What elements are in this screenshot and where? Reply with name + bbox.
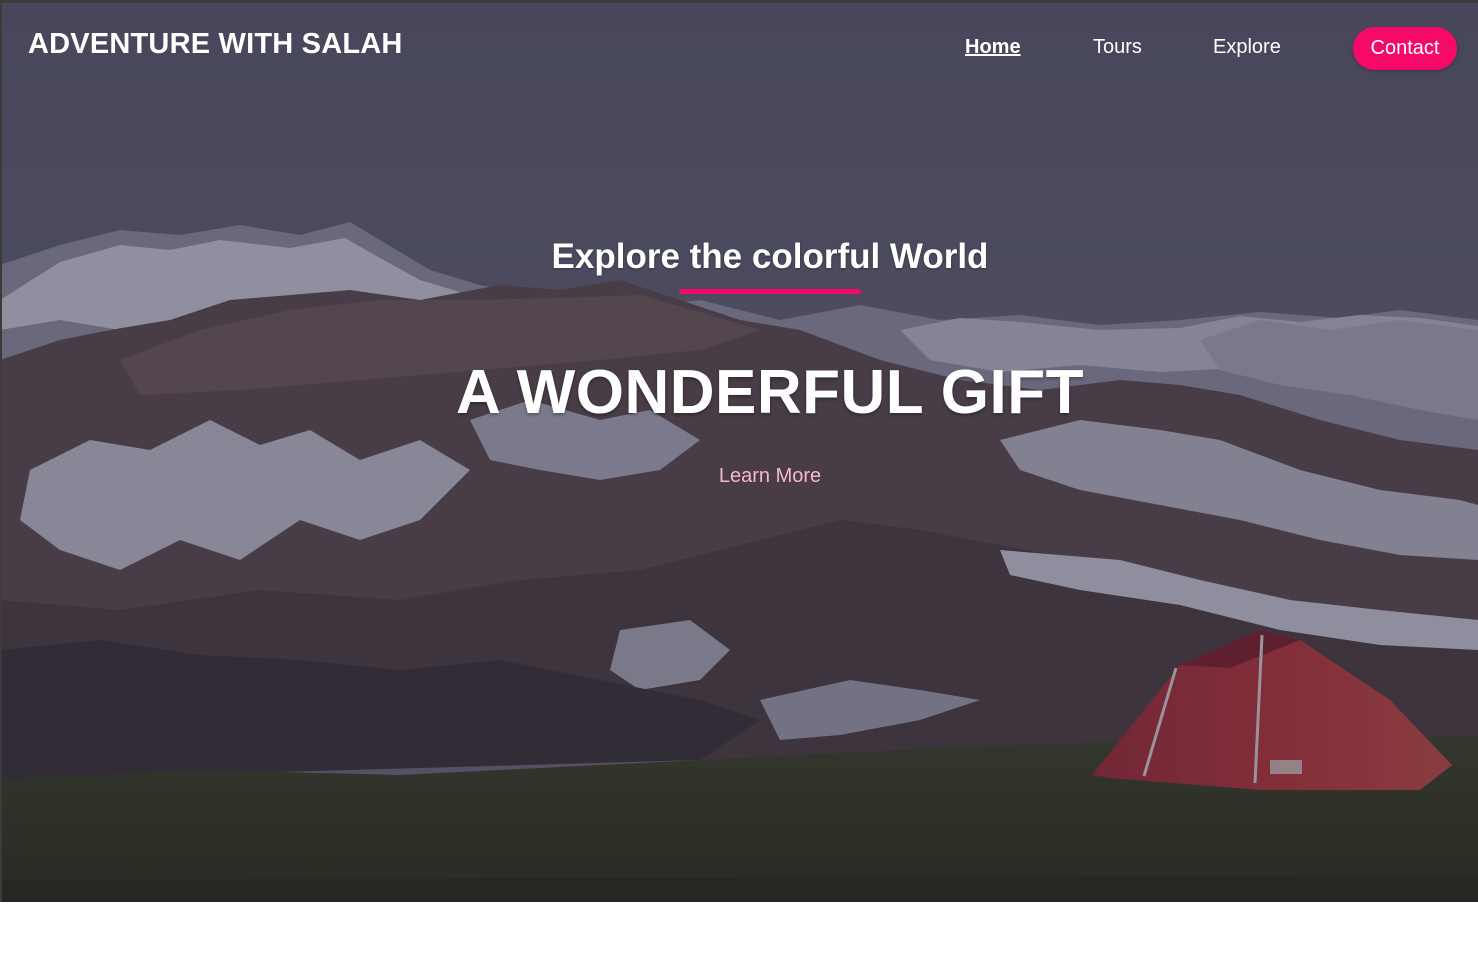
- brand-logo[interactable]: ADVENTURE WITH SALAH: [28, 28, 403, 61]
- hero-subtitle: Explore the colorful World: [551, 237, 989, 276]
- nav-home-link[interactable]: Home: [965, 36, 1021, 59]
- hero-headline: A WONDERFUL GIFT: [456, 358, 1084, 427]
- hero-background-image: [0, 0, 1478, 902]
- nav-explore-link[interactable]: Explore: [1213, 36, 1281, 59]
- subtitle-underline: [679, 289, 861, 294]
- nav-tours-link[interactable]: Tours: [1093, 36, 1142, 59]
- learn-more-link[interactable]: Learn More: [0, 465, 1478, 488]
- hero-section: ADVENTURE WITH SALAH Home Tours Explore …: [0, 0, 1478, 902]
- contact-button-label: Contact: [1370, 37, 1440, 59]
- contact-button[interactable]: Contact: [1353, 27, 1457, 70]
- navbar: ADVENTURE WITH SALAH Home Tours Explore …: [0, 0, 1478, 100]
